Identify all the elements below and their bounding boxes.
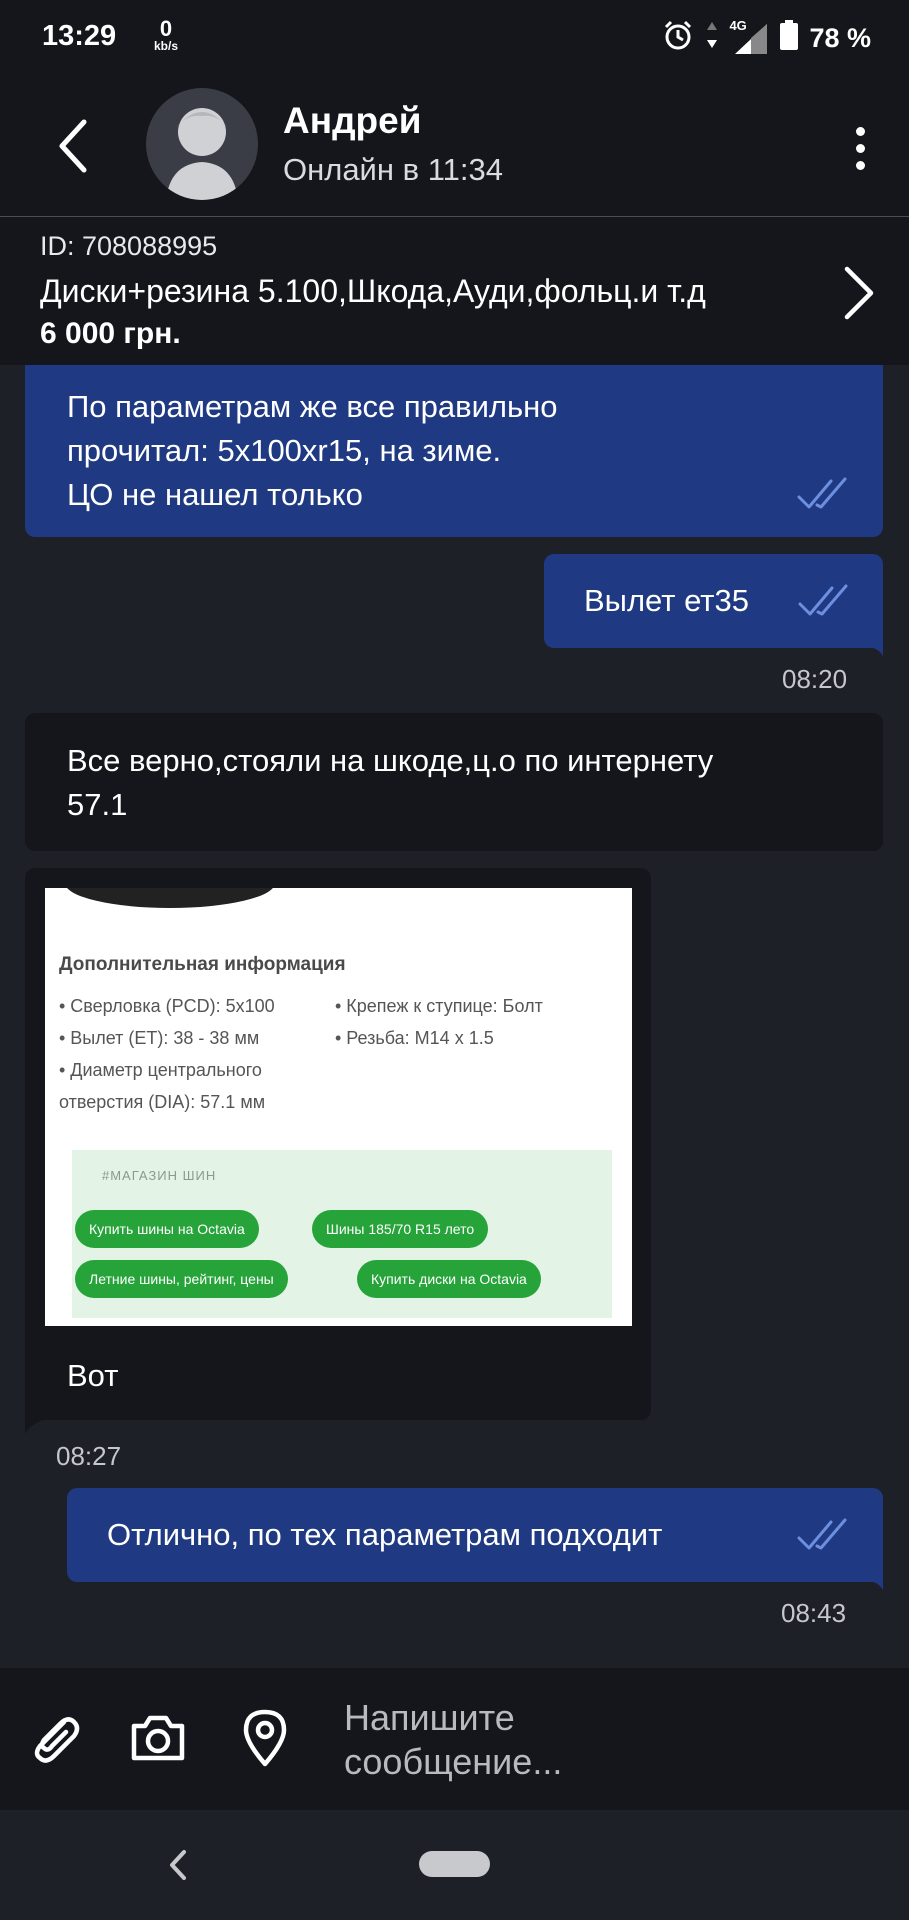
image-tag-chip: Купить диски на Octavia: [357, 1260, 541, 1298]
image-tag-box: #МАГАЗИН ШИН Купить шины на Octavia Шины…: [72, 1150, 612, 1318]
network-speed-value: 0: [159, 16, 173, 41]
image-heading: Дополнительная информация: [59, 954, 346, 975]
nav-home-pill[interactable]: [419, 1851, 490, 1877]
back-button[interactable]: [40, 114, 104, 178]
message-text-line: Отлично, по тех параметрам подходит: [107, 1517, 663, 1552]
status-time: 13:29: [42, 20, 117, 52]
battery-icon: [779, 19, 799, 58]
message-time: 08:43: [781, 1598, 847, 1628]
message-text-line: По параметрам же все правильно: [67, 389, 558, 424]
signal-icon: 4G: [729, 18, 769, 56]
message-time: 08:27: [56, 1441, 122, 1471]
network-type: 4G: [729, 18, 747, 33]
bubble-tail: [25, 1418, 51, 1434]
network-speed: 0 kb/s: [146, 16, 186, 53]
double-check-icon: [798, 584, 848, 616]
more-options-button[interactable]: [835, 116, 885, 180]
camera-icon: [131, 1715, 185, 1761]
image-spec-line: • Резьба: M14 x 1.5: [335, 1028, 494, 1048]
status-bar: 13:29 0 kb/s 4G 78 %: [0, 0, 909, 76]
message-input-bar: Напишите сообщение...: [0, 1668, 909, 1810]
image-spec-line: отверстия (DIA): 57.1 мм: [59, 1092, 266, 1112]
more-vert-icon-dot: [855, 126, 865, 136]
ad-price: 6 000 грн.: [40, 317, 181, 350]
image-spec-line: • Крепеж к ступице: Болт: [335, 996, 543, 1016]
message-input[interactable]: Напишите сообщение...: [344, 1696, 844, 1784]
contact-name: Андрей: [283, 100, 422, 141]
image-specs-left: • Сверловка (PCD): 5x100 • Вылет (ET): 3…: [59, 990, 275, 1118]
image-spec-line: • Сверловка (PCD): 5x100: [59, 996, 275, 1016]
bubble-tail: [858, 636, 883, 656]
double-check-icon: [797, 477, 847, 509]
message-bubble-outgoing[interactable]: По параметрам же все правильно прочитал:…: [25, 365, 883, 537]
location-button[interactable]: [233, 1706, 297, 1770]
message-text-line: Все верно,стояли на шкоде,ц.о по интерне…: [67, 743, 714, 778]
chat-header: Андрей Онлайн в 11:34: [0, 76, 909, 216]
message-bubble-outgoing[interactable]: Отлично, по тех параметрам подходит: [67, 1488, 883, 1582]
attached-image[interactable]: Дополнительная информация • Сверловка (P…: [45, 888, 632, 1326]
message-text-line: ЦО не нашел только: [67, 477, 363, 512]
ad-id: ID: 708088995: [40, 231, 218, 261]
location-pin-icon: [243, 1709, 287, 1767]
image-spec-line: • Вылет (ET): 38 - 38 мм: [59, 1028, 260, 1048]
ad-title: Диски+резина 5.100,Шкода,Ауди,фольц.и т.…: [40, 273, 706, 309]
network-speed-unit: kb/s: [153, 39, 178, 53]
image-tag-chip: Купить шины на Octavia: [75, 1210, 259, 1248]
double-check-icon: [797, 1518, 847, 1550]
more-vert-icon-dot: [855, 160, 865, 170]
chevron-right-icon[interactable]: [833, 261, 883, 325]
avatar[interactable]: [146, 88, 258, 200]
message-bubble-incoming[interactable]: Все верно,стояли на шкоде,ц.о по интерне…: [25, 713, 883, 851]
camera-button[interactable]: [126, 1706, 190, 1770]
alarm-icon: [661, 18, 695, 59]
image-specs-right: • Крепеж к ступице: Болт • Резьба: M14 x…: [335, 990, 543, 1054]
message-input-placeholder: Напишите: [344, 1697, 515, 1738]
message-text-line: прочитал: 5x100xr15, на зиме.: [67, 433, 502, 468]
message-input-placeholder: сообщение...: [344, 1741, 563, 1782]
attach-icon: [34, 1717, 80, 1763]
attach-button[interactable]: [22, 1706, 86, 1770]
contact-status: Онлайн в 11:34: [283, 152, 503, 187]
system-nav-bar: [0, 1810, 909, 1920]
ad-panel[interactable]: ID: 708088995 Диски+резина 5.100,Шкода,А…: [0, 217, 909, 365]
back-arrow-icon: [59, 119, 87, 173]
message-bubble-outgoing[interactable]: Вылет ет35: [544, 554, 883, 648]
message-text-line: Вот: [67, 1358, 119, 1393]
bubble-tail: [858, 1570, 883, 1590]
image-spec-line: • Диаметр центрального: [59, 1060, 262, 1080]
avatar-icon: [166, 108, 238, 200]
nav-back-icon[interactable]: [158, 1842, 198, 1888]
message-time: 08:20: [782, 664, 848, 694]
image-tag-chip: Летние шины, рейтинг, цены: [75, 1260, 288, 1298]
battery-level: 78 %: [809, 22, 871, 53]
image-tag-heading: #МАГАЗИН ШИН: [102, 1168, 217, 1183]
image-product-fragment: [65, 888, 275, 908]
status-icons: 4G 78 %: [661, 18, 871, 58]
data-arrows-icon: [705, 20, 719, 57]
more-vert-icon-dot: [855, 143, 865, 153]
image-tag-chip: Шины 185/70 R15 лето: [312, 1210, 489, 1248]
message-text-line: 57.1: [67, 787, 128, 822]
